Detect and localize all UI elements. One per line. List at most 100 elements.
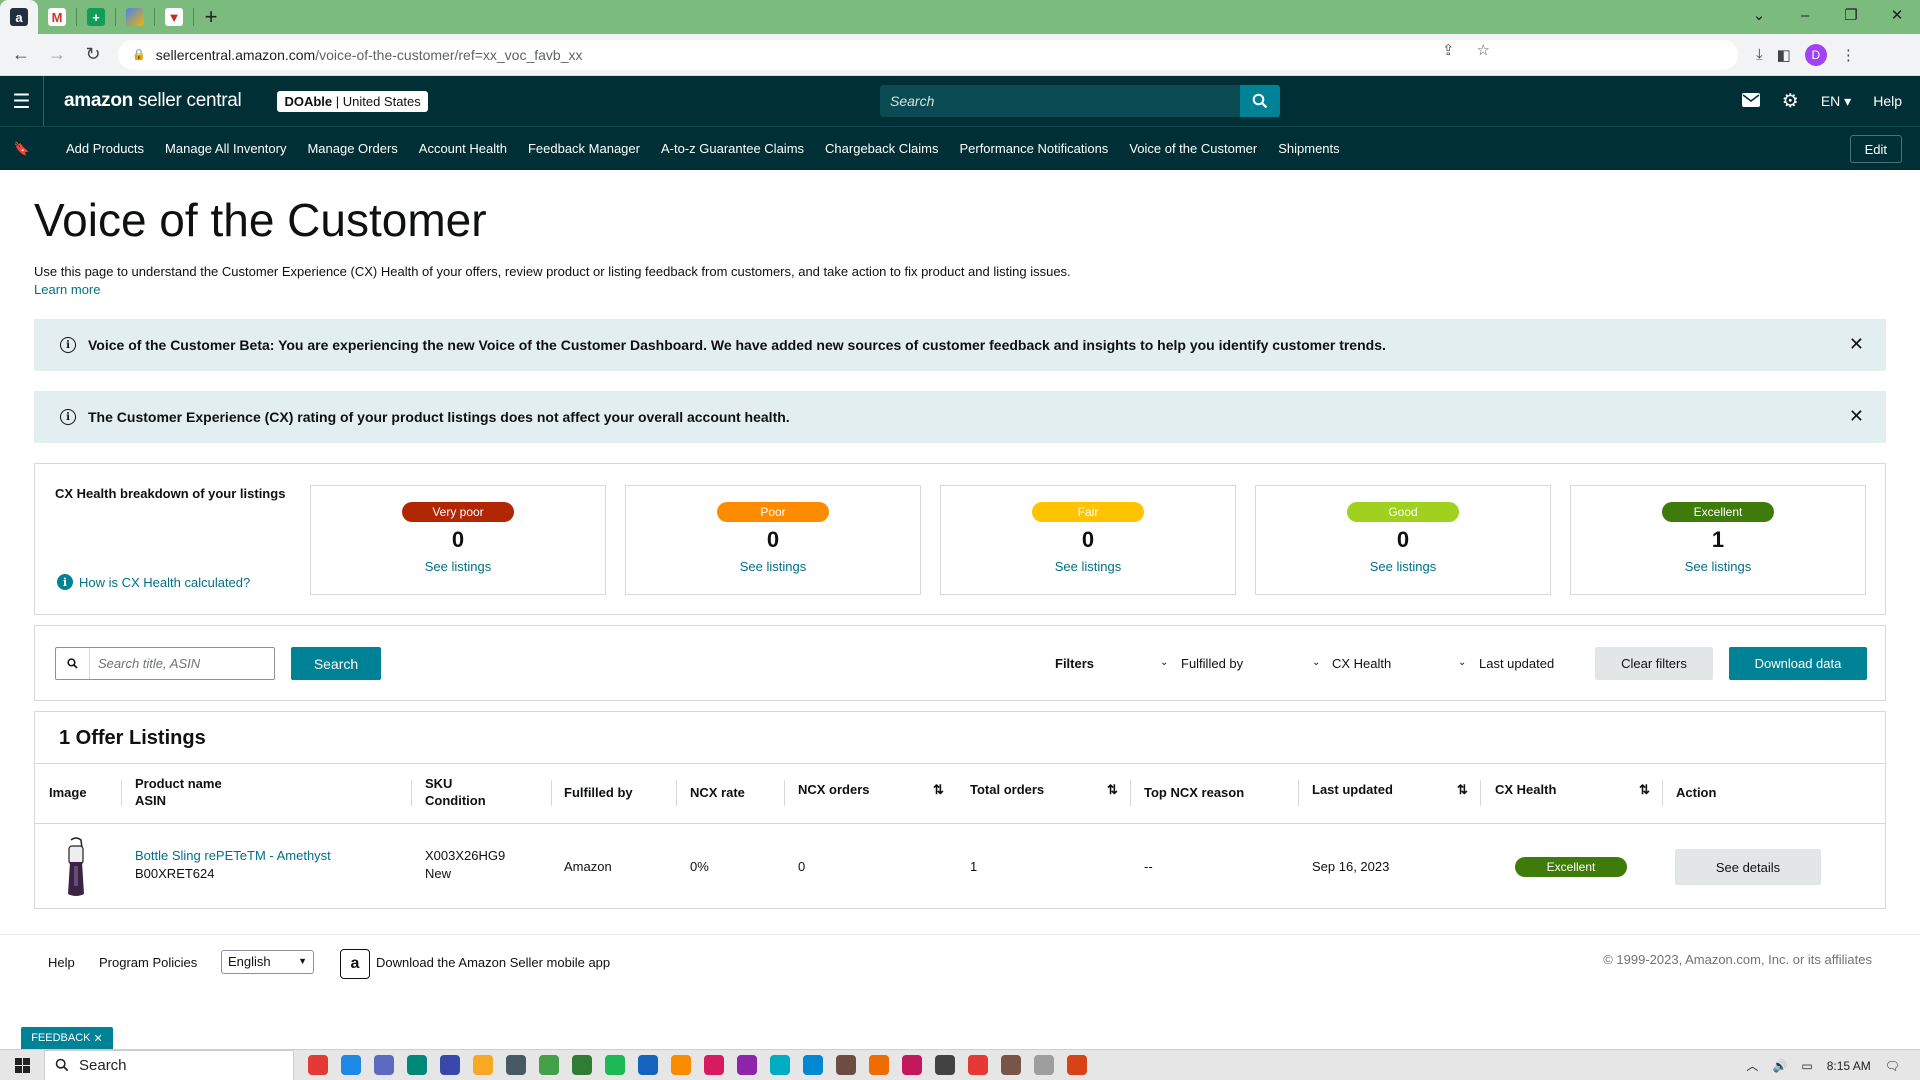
footer-help-link[interactable]: Help xyxy=(48,955,75,970)
taskbar-app-icon[interactable] xyxy=(506,1055,526,1075)
header-search-button[interactable] xyxy=(1240,85,1280,117)
minimize-icon[interactable]: – xyxy=(1782,0,1828,30)
footer-program-policies-link[interactable]: Program Policies xyxy=(99,955,197,970)
header-search-input[interactable]: Search xyxy=(880,85,1240,117)
browser-tab-amazon[interactable]: a xyxy=(0,0,38,34)
chevron-down-icon[interactable]: ⌄ xyxy=(1312,657,1320,668)
side-panel-icon[interactable]: ◧ xyxy=(1777,46,1791,64)
seller-central-logo[interactable]: amazon seller central xyxy=(64,90,242,112)
share-icon[interactable]: ⇪ xyxy=(1442,41,1455,59)
notifications-icon[interactable]: 🗨 xyxy=(1885,1059,1900,1073)
language-selector[interactable]: EN ▾ xyxy=(1821,93,1851,110)
taskbar-app-icon[interactable] xyxy=(572,1055,592,1075)
taskbar-app-icon[interactable] xyxy=(935,1055,955,1075)
taskbar-app-icon[interactable] xyxy=(1001,1055,1021,1075)
cx-health-filter[interactable]: CX Health xyxy=(1332,656,1391,671)
last-updated-filter[interactable]: Last updated xyxy=(1479,656,1554,671)
taskbar-app-icon[interactable] xyxy=(770,1055,790,1075)
nav-manage-orders[interactable]: Manage Orders xyxy=(307,141,397,156)
nav-voice-of-the-customer[interactable]: Voice of the Customer xyxy=(1129,141,1257,156)
nav-shipments[interactable]: Shipments xyxy=(1278,141,1339,156)
sort-icon[interactable]: ⇅ xyxy=(1107,782,1118,798)
taskbar-app-icon[interactable] xyxy=(869,1055,889,1075)
feedback-tab[interactable]: FEEDBACK ✕ xyxy=(21,1027,113,1049)
footer-language-select[interactable]: English ▼ xyxy=(221,950,314,974)
taskbar-app-icon[interactable] xyxy=(473,1055,493,1075)
tab-search-icon[interactable]: ⌄ xyxy=(1736,0,1782,30)
new-tab-button[interactable]: + xyxy=(194,0,228,34)
sort-icon[interactable]: ⇅ xyxy=(1639,782,1650,798)
taskbar-app-icon[interactable] xyxy=(836,1055,856,1075)
sort-icon[interactable]: ⇅ xyxy=(933,782,944,798)
browser-tab-5[interactable]: ▼ xyxy=(155,0,193,34)
download-data-button[interactable]: Download data xyxy=(1729,647,1867,680)
bookmark-star-icon[interactable]: ☆ xyxy=(1477,41,1490,59)
learn-more-link[interactable]: Learn more xyxy=(34,282,100,297)
browser-tab-gmail[interactable]: M xyxy=(38,0,76,34)
url-field[interactable]: 🔒 sellercentral.amazon.com/voice-of-the-… xyxy=(118,39,1738,70)
taskbar-app-icon[interactable] xyxy=(1067,1055,1087,1075)
taskbar-app-icon[interactable] xyxy=(605,1055,625,1075)
reload-icon[interactable]: ↻ xyxy=(78,40,108,70)
close-icon[interactable]: ✕ xyxy=(1849,334,1864,355)
taskbar-app-icon[interactable] xyxy=(374,1055,394,1075)
sort-icon[interactable]: ⇅ xyxy=(1457,782,1468,798)
back-icon[interactable]: ← xyxy=(6,40,36,70)
profile-avatar[interactable]: D xyxy=(1804,43,1827,66)
edit-nav-button[interactable]: Edit xyxy=(1849,135,1902,163)
chevron-down-icon[interactable]: ⌄ xyxy=(1160,657,1168,668)
listing-search-input[interactable]: Search title, ASIN xyxy=(55,647,275,680)
see-listings-link[interactable]: See listings xyxy=(1571,559,1865,574)
volume-icon[interactable]: 🔊 xyxy=(1772,1059,1787,1073)
taskbar-app-icon[interactable] xyxy=(1034,1055,1054,1075)
taskbar-app-icon[interactable] xyxy=(968,1055,988,1075)
taskbar-app-icon[interactable] xyxy=(737,1055,757,1075)
store-switcher[interactable]: DOAble | United States xyxy=(277,90,428,112)
tray-chevron-icon[interactable]: ︿ xyxy=(1746,1057,1758,1074)
see-listings-link[interactable]: See listings xyxy=(626,559,920,574)
bookmark-icon[interactable]: 🔖 xyxy=(0,141,44,157)
battery-icon[interactable]: ▭ xyxy=(1801,1059,1812,1073)
taskbar-app-icon[interactable] xyxy=(638,1055,658,1075)
windows-start-icon[interactable] xyxy=(0,1057,44,1073)
settings-gear-icon[interactable]: ⚙ xyxy=(1782,90,1799,113)
clear-filters-button[interactable]: Clear filters xyxy=(1595,647,1713,680)
browser-menu-icon[interactable]: ⋮ xyxy=(1841,46,1856,64)
taskbar-app-icon[interactable] xyxy=(407,1055,427,1075)
taskbar-app-icon[interactable] xyxy=(539,1055,559,1075)
footer-app-download-link[interactable]: Download the Amazon Seller mobile app xyxy=(376,955,610,970)
taskbar-search[interactable]: Search xyxy=(44,1049,294,1080)
taskbar-app-icon[interactable] xyxy=(671,1055,691,1075)
chevron-down-icon[interactable]: ⌄ xyxy=(1458,657,1466,668)
product-name-link[interactable]: Bottle Sling rePETeTM - Amethyst xyxy=(135,848,331,863)
clock[interactable]: 8:15 AM xyxy=(1827,1059,1871,1073)
forward-icon[interactable]: → xyxy=(42,40,72,70)
product-image[interactable] xyxy=(61,836,91,898)
taskbar-app-icon[interactable] xyxy=(803,1055,823,1075)
nav-a-to-z-claims[interactable]: A-to-z Guarantee Claims xyxy=(661,141,804,156)
nav-feedback-manager[interactable]: Feedback Manager xyxy=(528,141,640,156)
nav-chargeback-claims[interactable]: Chargeback Claims xyxy=(825,141,938,156)
see-listings-link[interactable]: See listings xyxy=(1256,559,1550,574)
download-icon[interactable]: ⤓ xyxy=(1756,46,1763,63)
see-listings-link[interactable]: See listings xyxy=(311,559,605,574)
fulfilled-by-filter[interactable]: Fulfilled by xyxy=(1181,656,1243,671)
mail-icon[interactable] xyxy=(1741,92,1760,110)
taskbar-app-icon[interactable] xyxy=(341,1055,361,1075)
browser-tab-4[interactable] xyxy=(116,0,154,34)
see-details-button[interactable]: See details xyxy=(1675,849,1821,885)
help-link[interactable]: Help xyxy=(1873,93,1902,109)
nav-account-health[interactable]: Account Health xyxy=(419,141,507,156)
see-listings-link[interactable]: See listings xyxy=(941,559,1235,574)
cx-health-how-link[interactable]: i How is CX Health calculated? xyxy=(57,574,250,590)
browser-tab-sheets[interactable]: + xyxy=(77,0,115,34)
search-button[interactable]: Search xyxy=(291,647,381,680)
close-icon[interactable]: ✕ xyxy=(1849,406,1864,427)
restore-icon[interactable]: ❐ xyxy=(1828,0,1874,30)
nav-performance-notifications[interactable]: Performance Notifications xyxy=(959,141,1108,156)
taskbar-app-icon[interactable] xyxy=(902,1055,922,1075)
hamburger-menu-icon[interactable]: ☰ xyxy=(0,76,44,126)
taskbar-app-icon[interactable] xyxy=(704,1055,724,1075)
nav-add-products[interactable]: Add Products xyxy=(66,141,144,156)
taskbar-app-icon[interactable] xyxy=(308,1055,328,1075)
